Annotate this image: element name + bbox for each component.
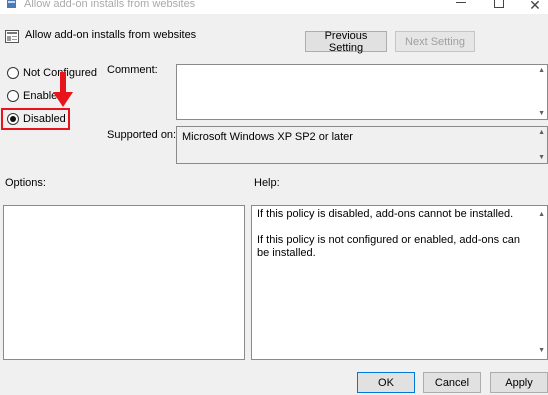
policy-setting-icon xyxy=(5,30,19,43)
next-setting-button[interactable]: Next Setting xyxy=(395,31,475,52)
apply-button[interactable]: Apply xyxy=(490,372,548,393)
comment-label: Comment: xyxy=(107,64,158,76)
group-policy-icon xyxy=(7,0,16,8)
supported-on-label: Supported on: xyxy=(107,129,177,141)
close-icon: ✕ xyxy=(529,0,541,13)
policy-title: Allow add-on installs from websites xyxy=(25,29,197,41)
help-pane: If this policy is disabled, add-ons cann… xyxy=(251,205,548,360)
minimize-icon xyxy=(456,2,466,3)
supported-on-field: Microsoft Windows XP SP2 or later ▲ ▼ xyxy=(176,126,548,164)
scroll-down-icon[interactable]: ▼ xyxy=(538,110,545,117)
help-label: Help: xyxy=(254,177,280,189)
radio-not-configured-circle[interactable] xyxy=(7,67,19,79)
help-paragraph: If this policy is disabled, add-ons cann… xyxy=(257,208,514,220)
ok-button[interactable]: OK xyxy=(357,372,415,393)
highlight-box xyxy=(1,108,70,130)
scroll-up-icon[interactable]: ▲ xyxy=(538,129,545,136)
red-arrow-annotation xyxy=(53,72,73,107)
scroll-down-icon[interactable]: ▼ xyxy=(538,344,545,357)
comment-field[interactable]: ▲ ▼ xyxy=(176,64,548,120)
close-button[interactable]: ✕ xyxy=(522,0,548,14)
maximize-button[interactable] xyxy=(486,0,512,14)
help-paragraph: If this policy is not configured or enab… xyxy=(257,234,520,259)
cancel-button[interactable]: Cancel xyxy=(423,372,481,393)
title-bar: Allow add-on installs from websites ✕ xyxy=(0,0,548,14)
window-title: Allow add-on installs from websites xyxy=(24,0,196,10)
options-pane xyxy=(3,205,245,360)
options-label: Options: xyxy=(5,177,46,189)
scroll-up-icon[interactable]: ▲ xyxy=(538,208,545,221)
minimize-button[interactable] xyxy=(448,0,474,14)
supported-on-value: Microsoft Windows XP SP2 or later xyxy=(182,131,353,143)
maximize-icon xyxy=(494,0,504,8)
scroll-down-icon[interactable]: ▼ xyxy=(538,154,545,161)
radio-enabled-circle[interactable] xyxy=(7,90,19,102)
scroll-up-icon[interactable]: ▲ xyxy=(538,67,545,74)
previous-setting-button[interactable]: Previous Setting xyxy=(305,30,387,54)
